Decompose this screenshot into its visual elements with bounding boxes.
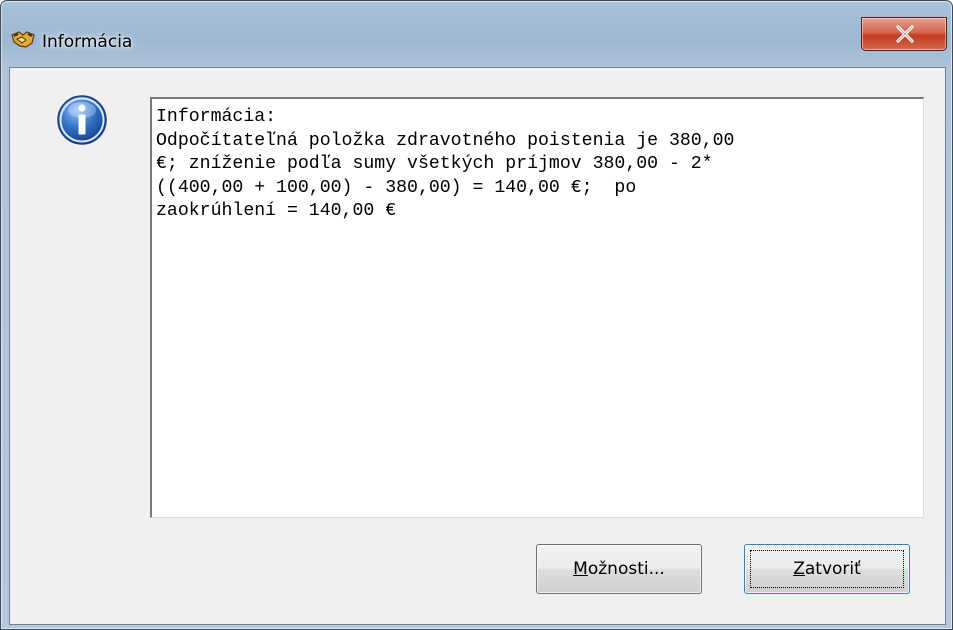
close-button[interactable]: Zatvoriť [744,544,910,594]
options-mnemonic: M [573,559,588,579]
handshake-icon [11,29,35,49]
dialog-window: Informácia Informácia: Odpočítateľná pol… [0,0,953,630]
message-textbox[interactable]: Informácia: Odpočítateľná položka zdravot… [150,97,924,518]
message-line: Odpočítateľná položka zdravotného poiste… [156,130,735,151]
close-label: atvoriť [804,559,861,579]
close-mnemonic: Z [793,559,805,579]
message-line: zaokrúhlení = 140,00 € [156,201,397,221]
title-bar[interactable]: Informácia [1,1,952,67]
information-icon [56,94,108,146]
message-line: ((400,00 + 100,00) - 380,00) = 140,00 €;… [156,177,637,198]
message-line: €; zníženie podľa sumy všetkých príjmov … [156,154,713,174]
options-button[interactable]: Možnosti... [536,544,702,594]
message-line: Informácia: [156,107,277,127]
window-title: Informácia [42,32,133,52]
close-x-icon [896,25,914,43]
dialog-client-area: Informácia: Odpočítateľná položka zdravot… [9,67,946,625]
options-label: ožnosti... [587,559,665,579]
close-window-button[interactable] [861,17,947,51]
